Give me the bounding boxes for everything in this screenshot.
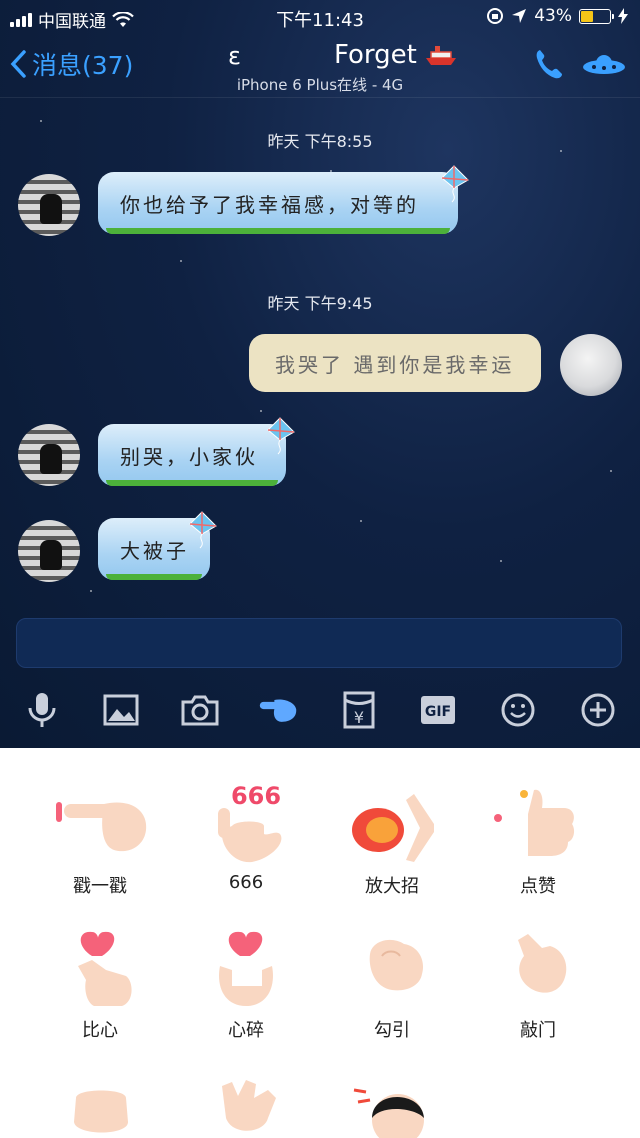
nav-bar: 消息(37) ε Forget iPhone 6 Plus在线 - 4G — [0, 34, 640, 98]
message-input[interactable] — [16, 618, 622, 668]
action-finger-heart[interactable]: 比心 — [30, 926, 170, 1042]
charging-icon — [618, 8, 628, 24]
gif-icon[interactable]: GIF — [418, 690, 458, 730]
action-big-move[interactable]: 放大招 — [322, 782, 462, 898]
message-bubble-me[interactable]: 我哭了 遇到你是我幸运 — [249, 334, 541, 392]
action-label: 勾引 — [374, 1020, 410, 1041]
action-label: 戳一戳 — [73, 876, 127, 897]
phone-icon[interactable] — [534, 48, 564, 80]
action-label: 比心 — [82, 1020, 118, 1041]
contact-avatar[interactable] — [18, 520, 80, 582]
action-fist[interactable] — [30, 1078, 170, 1138]
action-knock[interactable]: 敲门 — [468, 926, 608, 1042]
ufo-icon[interactable] — [582, 52, 626, 78]
action-label: 666 — [228, 872, 264, 893]
action-like[interactable]: 点赞 — [468, 782, 608, 898]
666-hand-icon: 666 — [218, 782, 282, 863]
contact-avatar[interactable] — [18, 174, 80, 236]
microphone-icon[interactable] — [22, 690, 62, 730]
status-bar: 中国联通 下午11:43 43% — [0, 0, 640, 34]
action-pinch[interactable] — [176, 1078, 316, 1138]
timestamp: 昨天 下午9:45 — [267, 294, 373, 313]
svg-text:666: 666 — [231, 782, 281, 810]
message-text: 大被子 — [120, 538, 189, 563]
battery-icon — [579, 8, 614, 24]
kite-icon — [189, 511, 217, 549]
head-bonk-icon — [353, 1088, 424, 1138]
red-packet-icon[interactable]: ¥ — [339, 690, 379, 730]
message-text: 你也给予了我幸福感，对等的 — [120, 192, 419, 217]
finger-heart-icon — [78, 931, 132, 1006]
input-toolbar: ¥ GIF — [0, 680, 640, 742]
contact-avatar[interactable] — [18, 424, 80, 486]
chat-title[interactable]: Forget — [334, 40, 457, 70]
poke-action-panel: 戳一戳 666 666 放大招 点赞 比心 心碎 勾引 敲门 — [0, 748, 640, 1138]
poke-icon — [56, 802, 147, 852]
orientation-lock-icon — [487, 8, 504, 24]
thumbs-up-icon — [494, 789, 575, 856]
svg-text:¥: ¥ — [354, 708, 364, 727]
pinch-hand-icon — [222, 1080, 276, 1131]
ship-icon — [425, 46, 456, 65]
action-label: 放大招 — [365, 876, 419, 897]
action-label: 点赞 — [520, 876, 556, 897]
action-poke[interactable]: 戳一戳 — [30, 782, 170, 898]
message-bubble[interactable]: 大被子 — [98, 511, 217, 580]
message-bubble[interactable]: 别哭，小家伙 — [98, 417, 295, 486]
knock-hand-icon — [518, 934, 567, 993]
timestamp: 昨天 下午8:55 — [267, 132, 373, 151]
image-icon[interactable] — [101, 690, 141, 730]
kite-icon — [267, 417, 295, 455]
heart-break-icon — [219, 931, 273, 1006]
beckon-hand-icon — [369, 939, 424, 991]
camera-icon[interactable] — [180, 690, 220, 730]
action-label: 心碎 — [228, 1020, 264, 1041]
chat-background: 中国联通 下午11:43 43% 消息(37) ε Forget iPhone … — [0, 0, 640, 748]
message-text: 我哭了 遇到你是我幸运 — [275, 352, 515, 377]
battery-percent: 43% — [534, 6, 572, 26]
chat-screen: 中国联通 下午11:43 43% 消息(37) ε Forget iPhone … — [0, 0, 640, 1138]
poke-hand-icon[interactable] — [258, 690, 298, 730]
emoji-icon[interactable] — [498, 690, 538, 730]
svg-text:GIF: GIF — [425, 704, 451, 720]
message-bubble[interactable]: 你也给予了我幸福感，对等的 — [98, 165, 469, 234]
message-text: 别哭，小家伙 — [120, 444, 258, 469]
location-icon — [512, 9, 527, 23]
kite-icon — [441, 165, 469, 203]
my-avatar[interactable] — [560, 334, 622, 396]
plus-icon[interactable] — [578, 690, 618, 730]
action-666[interactable]: 666 666 — [176, 782, 316, 893]
fireball-hand-icon — [352, 794, 434, 862]
action-head-bonk[interactable] — [322, 1078, 462, 1138]
action-label: 敲门 — [520, 1020, 556, 1041]
contact-nickname: ε — [228, 42, 241, 70]
action-beckon[interactable]: 勾引 — [322, 926, 462, 1042]
action-heartbreak[interactable]: 心碎 — [176, 926, 316, 1042]
fist-icon — [74, 1090, 128, 1133]
